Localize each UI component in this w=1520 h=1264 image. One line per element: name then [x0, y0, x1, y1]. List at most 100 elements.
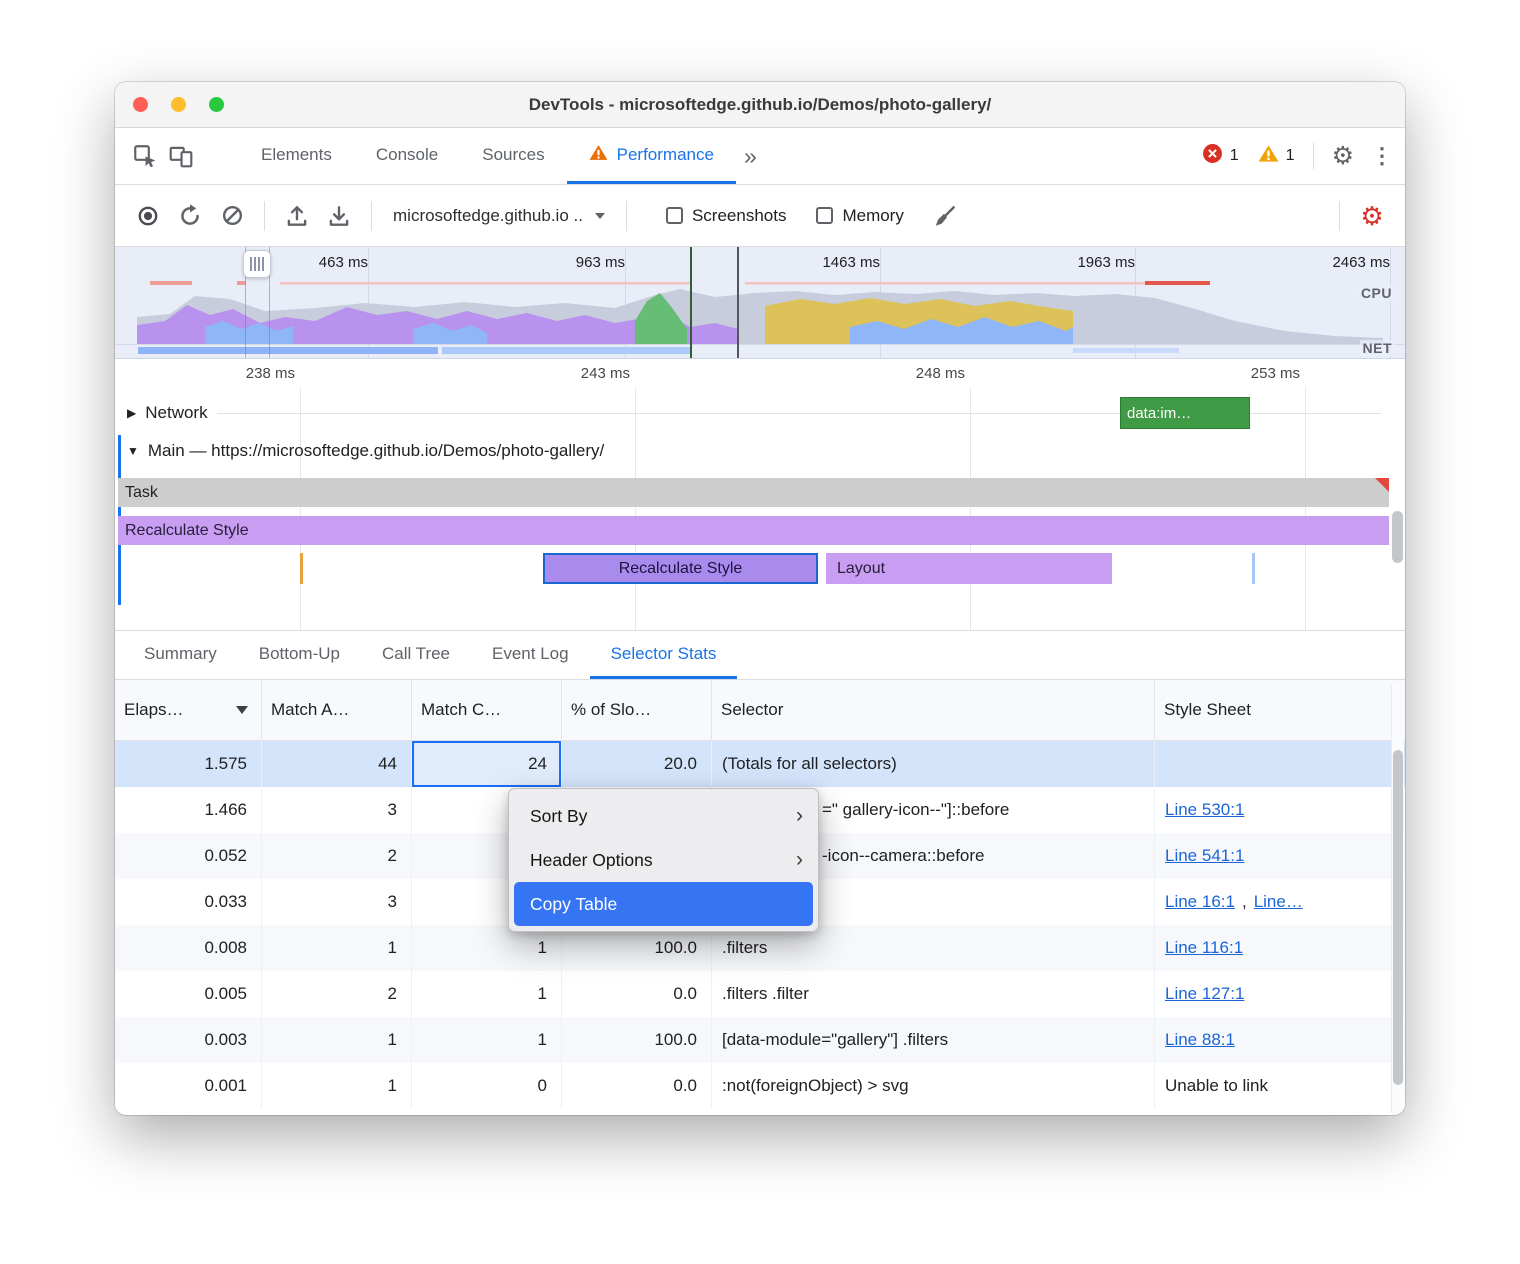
cell-pct-slow[interactable]: 20.0: [562, 741, 712, 787]
tab-selector-stats[interactable]: Selector Stats: [590, 631, 738, 679]
warning-badge-icon[interactable]: [1258, 144, 1279, 168]
cell-style-sheet[interactable]: Unable to link: [1155, 1063, 1405, 1109]
column-header-elapsed[interactable]: Elaps…: [115, 680, 262, 740]
table-scrollbar-thumb[interactable]: [1393, 750, 1403, 1085]
download-profile-icon[interactable]: [320, 197, 358, 235]
cell-style-sheet[interactable]: Line 541:1: [1155, 833, 1405, 879]
tab-elements[interactable]: Elements: [239, 128, 354, 184]
style-sheet-link[interactable]: Line 88:1: [1165, 1030, 1235, 1050]
upload-profile-icon[interactable]: [278, 197, 316, 235]
cell-match-count[interactable]: 1: [412, 971, 562, 1017]
cell-match-attempts[interactable]: 1: [262, 1063, 412, 1109]
table-row[interactable]: 0.005 2 1 0.0 .filters .filter Line 127:…: [115, 971, 1405, 1017]
customize-menu-icon[interactable]: ⋮: [1371, 143, 1393, 169]
collapse-arrow-icon[interactable]: ▶: [127, 406, 136, 420]
cell-elapsed[interactable]: 0.005: [115, 971, 262, 1017]
cell-match-attempts[interactable]: 1: [262, 1017, 412, 1063]
cell-style-sheet[interactable]: Line 88:1: [1155, 1017, 1405, 1063]
cell-elapsed[interactable]: 1.575: [115, 741, 262, 787]
cell-match-count-focused[interactable]: 24: [412, 741, 562, 787]
style-sheet-link[interactable]: Line 16:1: [1165, 892, 1235, 912]
cell-elapsed[interactable]: 0.008: [115, 925, 262, 971]
cell-selector[interactable]: :not(foreignObject) > svg: [712, 1063, 1155, 1109]
close-window-button[interactable]: [133, 97, 148, 112]
main-track-header[interactable]: ▼ Main — https://microsoftedge.github.io…: [127, 441, 604, 461]
cell-match-count[interactable]: 0: [412, 1063, 562, 1109]
tab-call-tree[interactable]: Call Tree: [361, 631, 471, 679]
cell-selector[interactable]: (Totals for all selectors): [712, 741, 1155, 787]
layout-block[interactable]: Layout: [826, 553, 1112, 584]
recalculate-style-block-selected[interactable]: Recalculate Style: [543, 553, 818, 584]
style-sheet-link[interactable]: Line 541:1: [1165, 846, 1244, 866]
menu-item-copy-table[interactable]: Copy Table: [514, 882, 813, 926]
tab-console[interactable]: Console: [354, 128, 460, 184]
cell-pct-slow[interactable]: 100.0: [562, 1017, 712, 1063]
inspect-element-icon[interactable]: [127, 138, 163, 174]
clear-recording-icon[interactable]: [213, 197, 251, 235]
tab-bottom-up[interactable]: Bottom-Up: [238, 631, 361, 679]
selection-window-handle[interactable]: [243, 250, 271, 278]
flame-scrollbar-thumb[interactable]: [1392, 511, 1403, 563]
timeline-overview[interactable]: 463 ms 963 ms 1463 ms 1963 ms 2463 ms: [115, 247, 1405, 359]
column-header-selector[interactable]: Selector: [712, 680, 1155, 740]
device-toolbar-icon[interactable]: [163, 138, 199, 174]
network-request-block[interactable]: data:im…: [1120, 397, 1250, 429]
cell-elapsed[interactable]: 1.466: [115, 787, 262, 833]
style-sheet-link[interactable]: Line 127:1: [1165, 984, 1244, 1004]
capture-settings-gear-icon[interactable]: ⚙: [1353, 197, 1391, 235]
tab-sources[interactable]: Sources: [460, 128, 566, 184]
flame-chart[interactable]: 238 ms 243 ms 248 ms 253 ms ▶ Network da…: [115, 359, 1405, 631]
table-row[interactable]: 0.003 1 1 100.0 [data-module="gallery"] …: [115, 1017, 1405, 1063]
cell-match-count[interactable]: 1: [412, 1017, 562, 1063]
tab-event-log[interactable]: Event Log: [471, 631, 590, 679]
cell-style-sheet[interactable]: Line 530:1: [1155, 787, 1405, 833]
cell-match-attempts[interactable]: 3: [262, 879, 412, 925]
expand-arrow-icon[interactable]: ▼: [127, 444, 139, 458]
column-header-match-count[interactable]: Match C…: [412, 680, 562, 740]
recalculate-style-bar[interactable]: Recalculate Style: [118, 516, 1389, 545]
cell-elapsed[interactable]: 0.001: [115, 1063, 262, 1109]
more-tabs-icon[interactable]: »: [744, 143, 757, 170]
task-event-bar[interactable]: Task: [118, 478, 1389, 507]
style-sheet-link[interactable]: Line 116:1: [1165, 938, 1243, 958]
cell-elapsed[interactable]: 0.003: [115, 1017, 262, 1063]
cell-elapsed[interactable]: 0.033: [115, 879, 262, 925]
cell-match-attempts[interactable]: 3: [262, 787, 412, 833]
cell-selector[interactable]: .filters .filter: [712, 971, 1155, 1017]
menu-item-sort-by[interactable]: Sort By ›: [514, 794, 813, 838]
table-row[interactable]: 0.001 1 0 0.0 :not(foreignObject) > svg …: [115, 1063, 1405, 1109]
cell-match-attempts[interactable]: 44: [262, 741, 412, 787]
cell-pct-slow[interactable]: 0.0: [562, 1063, 712, 1109]
column-header-pct-slow[interactable]: % of Slo…: [562, 680, 712, 740]
event-tick-orange[interactable]: [300, 553, 303, 584]
cell-style-sheet[interactable]: [1155, 741, 1405, 787]
zoom-window-button[interactable]: [209, 97, 224, 112]
cell-pct-slow[interactable]: 0.0: [562, 971, 712, 1017]
table-row[interactable]: 1.575 44 24 20.0 (Totals for all selecto…: [115, 741, 1405, 787]
minimize-window-button[interactable]: [171, 97, 186, 112]
tab-summary[interactable]: Summary: [123, 631, 238, 679]
cell-elapsed[interactable]: 0.052: [115, 833, 262, 879]
error-badge-icon[interactable]: [1202, 143, 1223, 169]
menu-item-header-options[interactable]: Header Options ›: [514, 838, 813, 882]
cell-selector[interactable]: [data-module="gallery"] .filters: [712, 1017, 1155, 1063]
settings-gear-icon[interactable]: ⚙: [1332, 144, 1354, 169]
reload-and-record-icon[interactable]: [171, 197, 209, 235]
column-header-style-sheet[interactable]: Style Sheet: [1155, 680, 1405, 740]
record-icon[interactable]: [129, 197, 167, 235]
cell-style-sheet[interactable]: Line 127:1: [1155, 971, 1405, 1017]
profile-select[interactable]: microsoftedge.github.io ..: [393, 206, 605, 226]
cell-match-attempts[interactable]: 2: [262, 833, 412, 879]
cell-match-attempts[interactable]: 2: [262, 971, 412, 1017]
screenshots-checkbox[interactable]: [666, 207, 683, 224]
collect-garbage-icon[interactable]: [926, 197, 964, 235]
cell-style-sheet[interactable]: Line 16:1 , Line…: [1155, 879, 1405, 925]
tab-performance[interactable]: Performance: [567, 128, 736, 184]
event-tick-blue[interactable]: [1252, 553, 1255, 584]
column-header-match-attempts[interactable]: Match A…: [262, 680, 412, 740]
cell-match-attempts[interactable]: 1: [262, 925, 412, 971]
style-sheet-link[interactable]: Line 530:1: [1165, 800, 1244, 820]
memory-checkbox[interactable]: [816, 207, 833, 224]
style-sheet-link[interactable]: Line…: [1254, 892, 1303, 912]
cell-style-sheet[interactable]: Line 116:1: [1155, 925, 1405, 971]
